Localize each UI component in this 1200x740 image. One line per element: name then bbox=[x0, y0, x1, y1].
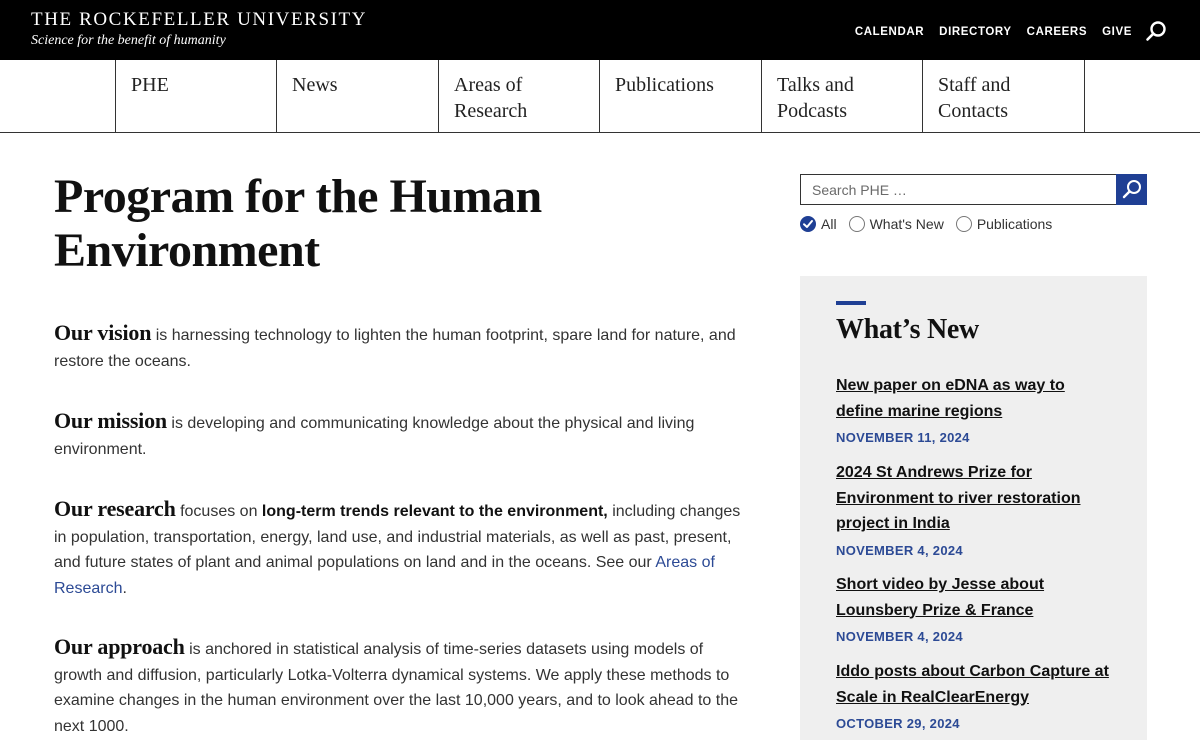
filter-all-label: All bbox=[821, 216, 837, 232]
news-item: New paper on eDNA as way to define marin… bbox=[836, 373, 1116, 445]
filter-whats-new-label: What's New bbox=[869, 216, 944, 232]
vision-text: is harnessing technology to lighten the … bbox=[54, 327, 736, 370]
nav-item-news[interactable]: News bbox=[276, 60, 438, 132]
approach-lead: Our approach bbox=[54, 634, 185, 659]
filter-whats-new[interactable]: What's New bbox=[848, 216, 944, 232]
filter-publications-label: Publications bbox=[976, 216, 1053, 232]
radio-unchecked-icon[interactable] bbox=[848, 216, 865, 232]
nav-item-publications[interactable]: Publications bbox=[599, 60, 761, 132]
nav-divider bbox=[1084, 60, 1085, 132]
news-item: Iddo posts about Carbon Capture at Scale… bbox=[836, 659, 1116, 731]
news-date: NOVEMBER 11, 2024 bbox=[836, 430, 970, 445]
search-icon bbox=[1122, 180, 1141, 199]
university-logo[interactable]: THE ROCKEFELLER UNIVERSITY Science for t… bbox=[31, 10, 367, 50]
approach-paragraph: Our approach is anchored in statistical … bbox=[54, 634, 754, 739]
research-paragraph: Our research focuses on long-term trends… bbox=[54, 496, 754, 601]
utility-nav: CALENDAR DIRECTORY CAREERS GIVE bbox=[855, 26, 1132, 38]
nav-item-staff-and-contacts[interactable]: Staff and Contacts bbox=[922, 60, 1084, 132]
search-submit-button[interactable] bbox=[1116, 174, 1147, 205]
nav-item-phe[interactable]: PHE bbox=[115, 60, 277, 132]
research-text-3: . bbox=[122, 579, 127, 597]
news-date: NOVEMBER 4, 2024 bbox=[836, 542, 963, 558]
news-link[interactable]: Iddo posts about Carbon Capture at Scale… bbox=[836, 659, 1116, 710]
news-date: NOVEMBER 4, 2024 bbox=[836, 629, 963, 644]
utility-link-careers[interactable]: CAREERS bbox=[1027, 26, 1087, 38]
mission-paragraph: Our mission is developing and communicat… bbox=[54, 408, 754, 462]
news-item: 2024 St Andrews Prize for Environment to… bbox=[836, 460, 1116, 558]
whats-new-panel: What’s New New paper on eDNA as way to d… bbox=[800, 276, 1147, 740]
utility-link-calendar[interactable]: CALENDAR bbox=[855, 26, 924, 38]
vision-paragraph: Our vision is harnessing technology to l… bbox=[54, 320, 754, 374]
search-filters: All What's New Publications bbox=[800, 216, 1052, 232]
news-link[interactable]: 2024 St Andrews Prize for Environment to… bbox=[836, 460, 1116, 537]
page-title: Program for the Human Environment bbox=[54, 170, 542, 277]
search-icon[interactable] bbox=[1145, 20, 1167, 42]
research-lead: Our research bbox=[54, 496, 176, 521]
utility-link-directory[interactable]: DIRECTORY bbox=[939, 26, 1012, 38]
filter-publications[interactable]: Publications bbox=[955, 216, 1053, 232]
radio-unchecked-icon[interactable] bbox=[955, 216, 972, 232]
accent-rule bbox=[836, 301, 866, 305]
brand-tagline: Science for the benefit of humanity bbox=[31, 33, 226, 48]
news-item: Short video by Jesse about Lounsbery Pri… bbox=[836, 572, 1116, 644]
nav-item-areas-of-research[interactable]: Areas of Research bbox=[438, 60, 600, 132]
research-emphasis: long-term trends relevant to the environ… bbox=[261, 503, 608, 520]
sidebar-search bbox=[800, 174, 1147, 205]
utility-link-give[interactable]: GIVE bbox=[1102, 26, 1132, 38]
mission-lead: Our mission bbox=[54, 408, 167, 433]
whats-new-title: What’s New bbox=[836, 314, 979, 345]
vision-lead: Our vision bbox=[54, 320, 152, 345]
news-link[interactable]: Short video by Jesse about Lounsbery Pri… bbox=[836, 572, 1116, 623]
search-input[interactable] bbox=[800, 174, 1117, 205]
radio-checked-icon[interactable] bbox=[800, 216, 816, 232]
nav-item-talks-and-podcasts[interactable]: Talks and Podcasts bbox=[761, 60, 923, 132]
site-header: THE ROCKEFELLER UNIVERSITY Science for t… bbox=[0, 0, 1200, 60]
news-date: OCTOBER 29, 2024 bbox=[836, 716, 960, 731]
filter-all[interactable]: All bbox=[800, 216, 837, 232]
section-nav: PHE News Areas of Research Publications … bbox=[0, 60, 1200, 133]
news-link[interactable]: New paper on eDNA as way to define marin… bbox=[836, 373, 1116, 424]
research-text-1: focuses on bbox=[175, 503, 262, 520]
brand-name: THE ROCKEFELLER UNIVERSITY bbox=[31, 9, 368, 30]
